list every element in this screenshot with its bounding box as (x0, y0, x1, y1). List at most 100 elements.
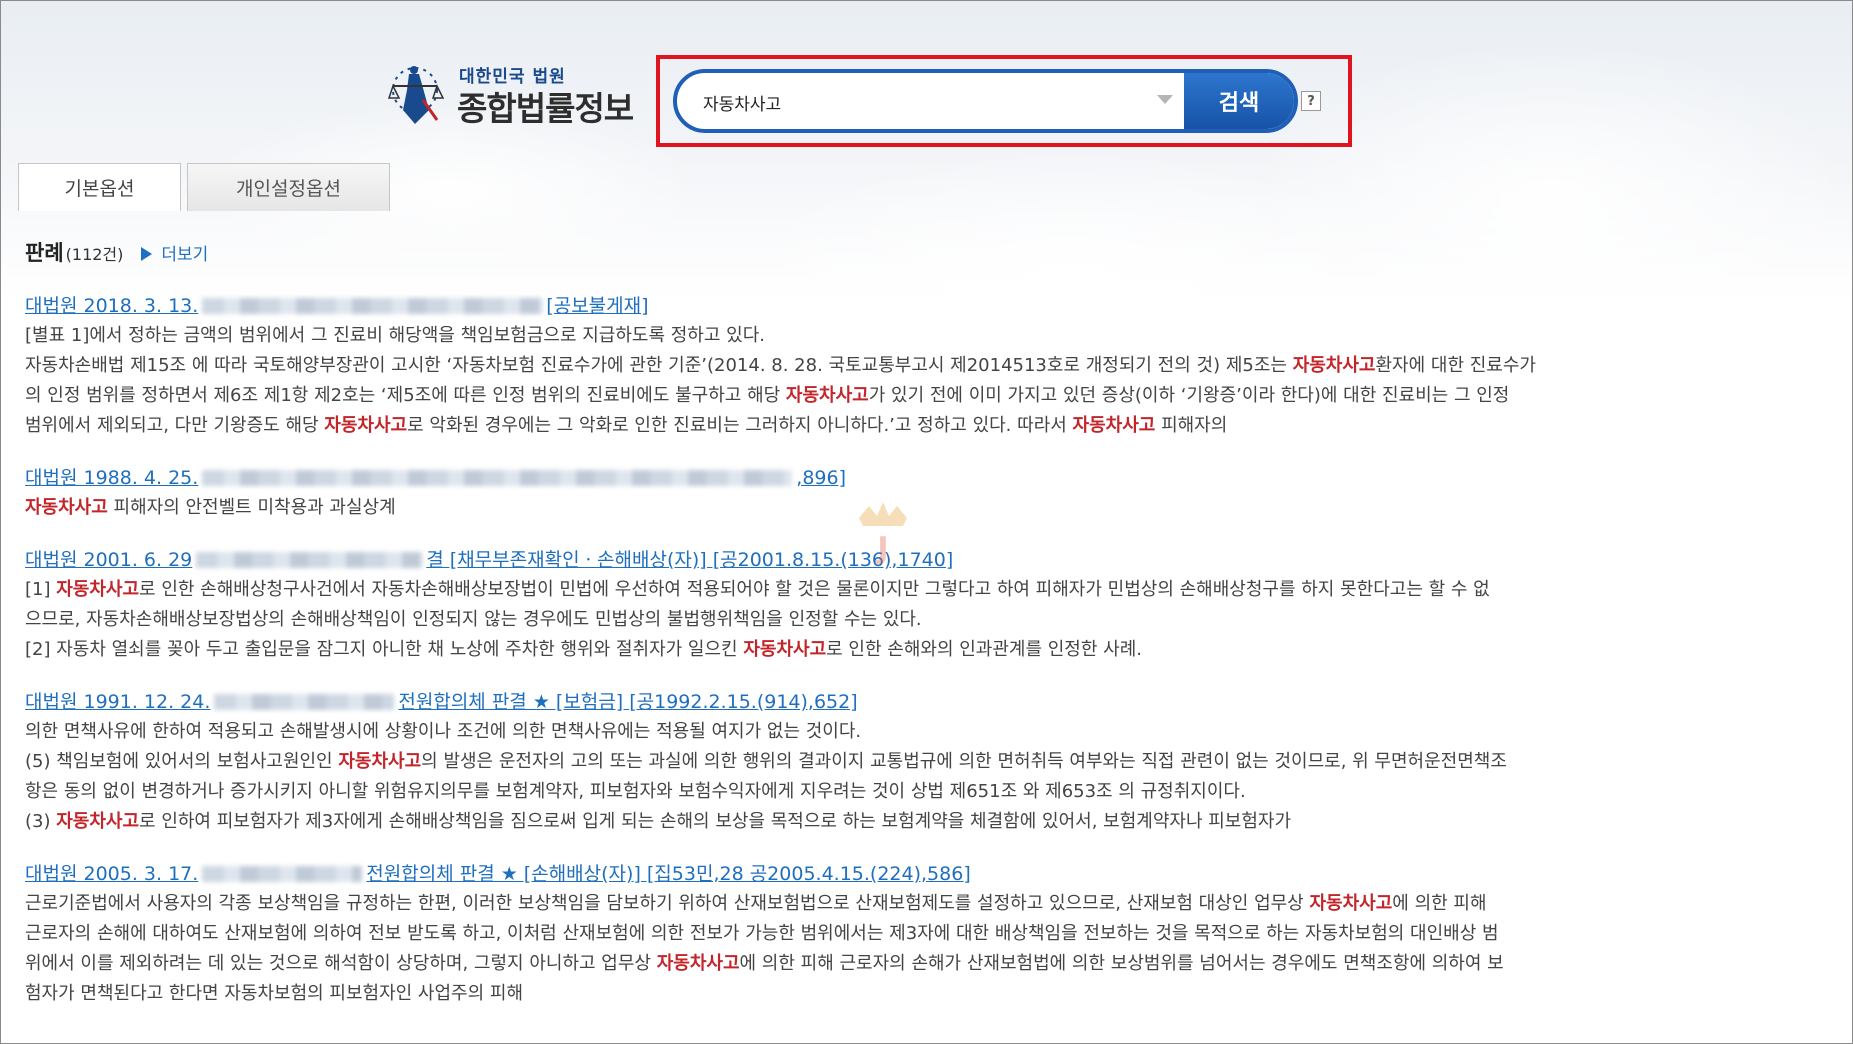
more-link-label: 더보기 (161, 245, 209, 265)
snippet-line: 으므로, 자동차손해배상보장법상의 손해배상책임이 인정되지 않는 경우에도 민… (25, 605, 1815, 635)
option-tabs: 기본옵션 개인설정옵션 (18, 163, 396, 211)
section-title: 판례 (25, 241, 64, 265)
snippet-text: 으므로, 자동차손해배상보장법상의 손해배상책임이 인정되지 않는 경우에도 민… (25, 609, 922, 630)
case-snippet: 근로기준법에서 사용자의 각종 보상책임을 규정하는 한편, 이러한 보상책임을… (25, 889, 1815, 1009)
snippet-text: [2] 자동차 열쇠를 꽂아 두고 출입문을 잠그지 아니한 채 노상에 주차한… (25, 639, 744, 660)
case-court-date: 대법원 2001. 6. 29 (25, 549, 193, 571)
snippet-text: 의 인정 범위를 정하면서 제6조 제1항 제2호는 ‘제5조에 따른 인정 범… (25, 385, 786, 406)
snippet-text: 의한 면책사유에 한하여 적용되고 손해발생시에 상황이나 조건에 의한 면책사… (25, 721, 862, 742)
tab-basic-options[interactable]: 기본옵션 (18, 163, 181, 211)
keyword-highlight: 자동차사고 (324, 415, 408, 436)
case-title-link[interactable]: 대법원 1991. 12. 24. 전원합의체 판결 ★ [보험금] [공1992… (25, 687, 1815, 717)
case-court-date: 대법원 1991. 12. 24. (25, 691, 211, 713)
snippet-text: 범위에서 제외되고, 다만 기왕증도 해당 (25, 415, 325, 436)
result-item: 대법원 1991. 12. 24. 전원합의체 판결 ★ [보험금] [공1992… (25, 687, 1815, 837)
search-input[interactable] (701, 83, 1125, 121)
tab-personal-options[interactable]: 개인설정옵션 (187, 163, 390, 211)
snippet-text: 피해자의 안전벨트 미착용과 과실상계 (107, 497, 396, 518)
snippet-text: 험자가 면책된다고 한다면 자동차보험의 피보험자인 사업주의 피해 (25, 983, 524, 1004)
result-item: 대법원 2001. 6. 29 결 [채무부존재확인ㆍ손해배상(자)] [공200… (25, 545, 1815, 665)
snippet-text: (3) (25, 811, 57, 832)
court-emblem-icon (387, 66, 445, 124)
play-arrow-icon (141, 247, 153, 261)
redacted-text (202, 866, 363, 882)
keyword-highlight: 자동차사고 (56, 811, 140, 832)
help-icon[interactable]: ? (1301, 91, 1321, 111)
keyword-highlight: 자동차사고 (56, 579, 140, 600)
snippet-line: 자동차사고 피해자의 안전벨트 미착용과 과실상계 (25, 493, 1815, 523)
keyword-highlight: 자동차사고 (1072, 415, 1156, 436)
keyword-highlight: 자동차사고 (785, 385, 869, 406)
snippet-line: (5) 책임보험에 있어서의 보험사고원인인 자동차사고의 발생은 운전자의 고… (25, 747, 1815, 777)
snippet-line: 항은 동의 없이 변경하거나 증가시키지 아니할 위험유지의무를 보험계약자, … (25, 777, 1815, 807)
case-citation: 전원합의체 판결 ★ [손해배상(자)] [집53민,28 공2005.4.15… (366, 863, 971, 885)
keyword-highlight: 자동차사고 (743, 639, 827, 660)
snippet-text: 환자에 대한 진료수가 (1375, 355, 1536, 376)
snippet-text: 자동차손배법 제15조 에 따라 국토해양부장관이 고시한 ‘자동차보험 진료수… (25, 355, 1293, 376)
site-name: 종합법률정보 (457, 89, 634, 128)
search-button[interactable]: 검색 (1184, 73, 1294, 129)
redacted-text (202, 470, 793, 486)
snippet-text: 의 발생은 운전자의 고의 또는 과실에 의한 행위의 결과이지 교통법규에 의… (421, 751, 1507, 772)
snippet-text: 로 인한 손해와의 인과관계를 인정한 사례. (826, 639, 1142, 660)
redacted-text (196, 552, 423, 568)
snippet-line: 근로기준법에서 사용자의 각종 보상책임을 규정하는 한편, 이러한 보상책임을… (25, 889, 1815, 919)
result-list: 대법원 2018. 3. 13. [공보불게재] [별표 1]에서 정하는 금액의… (25, 291, 1815, 1031)
snippet-text: 근로자의 손해에 대하여도 산재보험에 의하여 전보 받도록 하고, 이처럼 산… (25, 923, 1499, 944)
redacted-text (214, 694, 395, 710)
keyword-highlight: 자동차사고 (656, 953, 740, 974)
snippet-text: 위에서 이를 제외하려는 데 있는 것으로 해석함이 상당하며, 그렇지 아니하… (25, 953, 657, 974)
case-snippet: 자동차사고 피해자의 안전벨트 미착용과 과실상계 (25, 493, 1815, 523)
snippet-line: 자동차손배법 제15조 에 따라 국토해양부장관이 고시한 ‘자동차보험 진료수… (25, 351, 1815, 381)
snippet-line: [별표 1]에서 정하는 금액의 범위에서 그 진료비 해당액을 책임보험금으로… (25, 321, 1815, 351)
case-snippet: [별표 1]에서 정하는 금액의 범위에서 그 진료비 해당액을 책임보험금으로… (25, 321, 1815, 441)
search-bar: 검색 (673, 69, 1298, 133)
snippet-line: 험자가 면책된다고 한다면 자동차보험의 피보험자인 사업주의 피해 (25, 979, 1815, 1009)
snippet-text: 로 악화된 경우에는 그 악화로 인한 진료비는 그러하지 아니하다.’고 정하… (407, 415, 1073, 436)
crown-watermark-icon: J (859, 502, 907, 566)
page-frame: 대한민국 법원 종합법률정보 검색 ? 기본옵션 개인설정옵션 판례 (112건… (0, 0, 1853, 1044)
snippet-text: (5) 책임보험에 있어서의 보험사고원인인 (25, 751, 339, 772)
keyword-highlight: 자동차사고 (1292, 355, 1376, 376)
snippet-line: (3) 자동차사고로 인하여 피보험자가 제3자에게 손해배상책임을 짐으로써 … (25, 807, 1815, 837)
case-citation: 전원합의체 판결 ★ [보험금] [공1992.2.15.(914),652] (398, 691, 858, 713)
snippet-text: [1] (25, 579, 57, 600)
case-title-link[interactable]: 대법원 2005. 3. 17. 전원합의체 판결 ★ [손해배상(자)] [집5… (25, 859, 1815, 889)
snippet-line: [1] 자동차사고로 인한 손해배상청구사건에서 자동차손해배상보장법이 민법에… (25, 575, 1815, 605)
case-court-date: 대법원 1988. 4. 25. (25, 467, 199, 489)
svg-text:J: J (875, 531, 888, 566)
keyword-highlight: 자동차사고 (1309, 893, 1393, 914)
case-court-date: 대법원 2005. 3. 17. (25, 863, 199, 885)
section-header: 판례 (112건) 더보기 (25, 237, 208, 267)
case-court-date: 대법원 2018. 3. 13. (25, 295, 199, 317)
case-title-link[interactable]: 대법원 1988. 4. 25. ,896] (25, 463, 1815, 493)
snippet-line: 범위에서 제외되고, 다만 기왕증도 해당 자동차사고로 악화된 경우에는 그 … (25, 411, 1815, 441)
snippet-text: 가 있기 전에 이미 가지고 있던 증상(이하 ‘기왕증’이라 한다)에 대한 … (868, 385, 1510, 406)
snippet-line: 의 인정 범위를 정하면서 제6조 제1항 제2호는 ‘제5조에 따른 인정 범… (25, 381, 1815, 411)
snippet-text: 에 의한 피해 근로자의 손해가 산재보험법에 의한 보상범위를 넘어서는 경우… (739, 953, 1504, 974)
site-logo[interactable]: 대한민국 법원 종합법률정보 (379, 58, 639, 128)
case-title-link[interactable]: 대법원 2001. 6. 29 결 [채무부존재확인ㆍ손해배상(자)] [공200… (25, 545, 1815, 575)
snippet-line: 근로자의 손해에 대하여도 산재보험에 의하여 전보 받도록 하고, 이처럼 산… (25, 919, 1815, 949)
dropdown-arrow-icon[interactable] (1157, 95, 1173, 104)
case-citation: [공보불게재] (546, 295, 649, 317)
case-citation: ,896] (796, 467, 847, 489)
snippet-line: [2] 자동차 열쇠를 꽂아 두고 출입문을 잠그지 아니한 채 노상에 주차한… (25, 635, 1815, 665)
keyword-highlight: 자동차사고 (338, 751, 422, 772)
keyword-highlight: 자동차사고 (25, 497, 108, 518)
result-item: 대법원 1988. 4. 25. ,896] 자동차사고 피해자의 안전벨트 미착… (25, 463, 1815, 523)
snippet-text: 근로기준법에서 사용자의 각종 보상책임을 규정하는 한편, 이러한 보상책임을… (25, 893, 1310, 914)
snippet-text: 로 인하여 피보험자가 제3자에게 손해배상책임을 짐으로써 입게 되는 손해의… (139, 811, 1292, 832)
case-snippet: [1] 자동차사고로 인한 손해배상청구사건에서 자동차손해배상보장법이 민법에… (25, 575, 1815, 665)
case-title-link[interactable]: 대법원 2018. 3. 13. [공보불게재] (25, 291, 1815, 321)
more-link[interactable]: 더보기 (141, 240, 208, 265)
redacted-text (202, 298, 543, 314)
result-item: 대법원 2018. 3. 13. [공보불게재] [별표 1]에서 정하는 금액의… (25, 291, 1815, 441)
result-count: (112건) (65, 245, 124, 264)
snippet-text: [별표 1]에서 정하는 금액의 범위에서 그 진료비 해당액을 책임보험금으로… (25, 325, 765, 346)
snippet-text: 로 인한 손해배상청구사건에서 자동차손해배상보장법이 민법에 우선하여 적용되… (139, 579, 1490, 600)
snippet-text: 에 의한 피해 (1392, 893, 1487, 914)
case-snippet: 의한 면책사유에 한하여 적용되고 손해발생시에 상황이나 조건에 의한 면책사… (25, 717, 1815, 837)
snippet-line: 위에서 이를 제외하려는 데 있는 것으로 해석함이 상당하며, 그렇지 아니하… (25, 949, 1815, 979)
result-item: 대법원 2005. 3. 17. 전원합의체 판결 ★ [손해배상(자)] [집5… (25, 859, 1815, 1009)
